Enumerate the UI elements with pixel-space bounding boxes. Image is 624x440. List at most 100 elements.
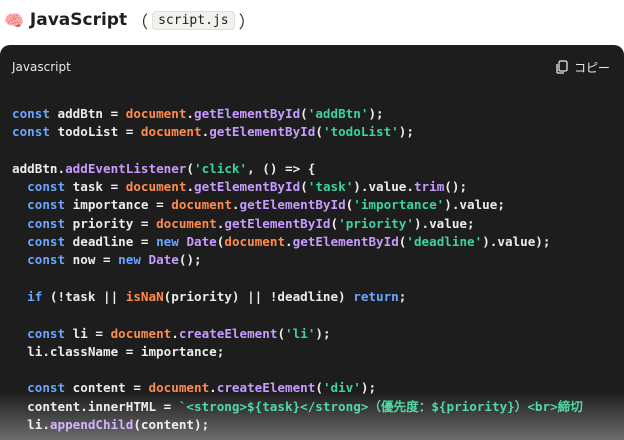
code-line: content.innerHTML = `<strong>${task}</st… <box>12 398 612 416</box>
code-token: getElementById <box>239 197 346 213</box>
code-token: document <box>156 215 217 231</box>
code-line: ​ <box>12 270 612 288</box>
code-token: . <box>231 197 240 213</box>
code-token: 'click' <box>194 160 248 176</box>
code-token: 'todoList' <box>322 124 399 140</box>
code-token: ( <box>330 215 339 231</box>
code-token: const <box>27 234 66 250</box>
code-token: addBtn = <box>49 106 126 121</box>
code-token: ; <box>398 288 407 304</box>
code-token: Date <box>148 252 179 268</box>
code-body: const addBtn = document.getElementById('… <box>0 89 624 434</box>
code-token: . <box>186 106 195 121</box>
code-token: const <box>12 106 50 121</box>
code-token: isNaN <box>125 288 164 304</box>
code-token: . <box>209 380 217 396</box>
code-token: document <box>148 380 210 396</box>
code-token: priority = <box>65 215 157 231</box>
copy-icon[interactable] <box>556 60 568 74</box>
code-token: addEventListener <box>65 160 187 176</box>
code-token: 'addBtn' <box>307 106 369 121</box>
code-token: 'priority' <box>338 215 414 231</box>
code-token: getElementById <box>224 215 331 231</box>
code-token: const <box>27 197 66 213</box>
code-token: ( <box>315 124 323 140</box>
code-token: ( <box>315 380 323 396</box>
code-token: ); <box>360 380 377 396</box>
code-token: 'task' <box>307 179 354 195</box>
code-token: li.className = importance; <box>12 343 225 359</box>
code-token: ).value. <box>353 179 414 195</box>
code-line: const now = new Date(); <box>12 251 612 269</box>
code-token: getElementById <box>194 106 301 121</box>
code-token: addBtn. <box>12 160 66 176</box>
code-line: ​ <box>12 142 612 160</box>
code-token: const <box>27 215 66 231</box>
code-token: getElementById <box>194 179 301 195</box>
code-token: appendChild <box>49 417 134 433</box>
code-token: new <box>118 252 141 268</box>
code-token: ).value; <box>413 215 475 231</box>
code-token: ).value); <box>482 234 551 250</box>
copy-button[interactable]: コピー <box>556 59 610 76</box>
code-token: `<strong>${task}</strong>（優先度：${priority… <box>178 398 583 414</box>
code-token: return <box>353 288 399 304</box>
code-token: new <box>156 234 179 250</box>
code-token: (priority) || !deadline) <box>163 288 354 304</box>
code-line: li.appendChild(content); <box>12 416 612 434</box>
code-token: getElementById <box>209 124 316 140</box>
heading-open-paren: （ <box>131 12 149 33</box>
code-token: (); <box>444 179 468 195</box>
code-token: ); <box>398 124 414 140</box>
code-line: if (!task || isNaN(priority) || !deadlin… <box>12 288 612 306</box>
heading-title: JavaScript <box>29 10 128 30</box>
code-line: const importance = document.getElementBy… <box>12 196 612 214</box>
copy-button-label[interactable]: コピー <box>574 59 610 76</box>
code-line: const priority = document.getElementById… <box>12 215 612 233</box>
code-block: Javascript コピー const addBtn = document.g… <box>0 45 624 440</box>
code-token: createElement <box>178 325 278 341</box>
code-line: const task = document.getElementById('ta… <box>12 178 612 196</box>
code-line: ​ <box>12 361 612 379</box>
code-token: importance = <box>65 197 172 213</box>
code-token: const <box>27 325 66 341</box>
code-token: now = <box>65 252 119 268</box>
heading-close-paren: ） <box>238 12 256 33</box>
code-token: (); <box>178 252 202 268</box>
code-token: const <box>27 252 66 268</box>
brain-icon: 🧠 <box>4 10 24 30</box>
code-token: (content); <box>133 417 210 433</box>
code-token: . <box>186 179 195 195</box>
code-line: const addBtn = document.getElementById('… <box>12 105 612 123</box>
code-token: ( <box>300 179 308 195</box>
heading-filename: script.js <box>152 10 235 30</box>
code-token: document <box>140 124 202 140</box>
code-token: const <box>27 179 66 195</box>
code-token: document <box>125 106 187 121</box>
code-token: 'deadline' <box>406 234 483 250</box>
code-token: 'importance' <box>353 197 445 213</box>
code-token: trim <box>413 179 445 195</box>
code-token: Date <box>186 234 217 250</box>
code-token: document <box>171 197 232 213</box>
code-token: 'li' <box>285 325 316 341</box>
code-token: ( <box>277 325 286 341</box>
code-line: const todoList = document.getElementById… <box>12 123 612 141</box>
code-token: deadline = <box>65 234 157 250</box>
section-heading: 🧠 JavaScript （ script.js ） <box>0 0 624 40</box>
code-line: const deadline = new Date(document.getEl… <box>12 233 612 251</box>
code-token: document <box>125 179 187 195</box>
code-token: . <box>171 325 179 341</box>
code-line: li.className = importance; <box>12 343 612 361</box>
code-line: const content = document.createElement('… <box>12 379 612 397</box>
code-line: ​ <box>12 306 612 324</box>
code-language-label: Javascript <box>12 60 71 74</box>
code-token: 'div' <box>322 380 361 396</box>
code-token: li. <box>12 417 50 433</box>
